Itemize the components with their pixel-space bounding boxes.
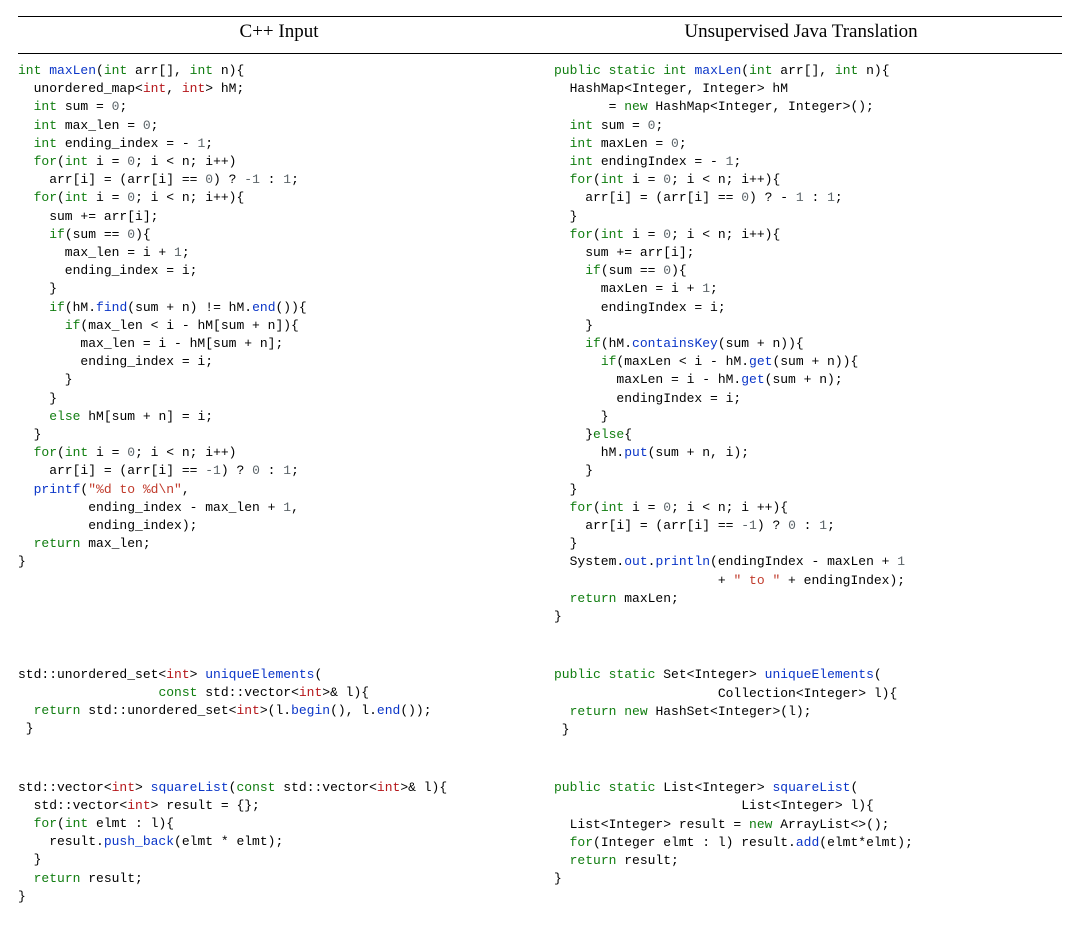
column-headers: C++ Input Unsupervised Java Translation — [18, 19, 1062, 49]
rule-top — [18, 16, 1062, 17]
java-column: public static int maxLen(int arr[], int … — [554, 56, 1062, 906]
header-right: Unsupervised Java Translation — [540, 19, 1062, 49]
cpp-snippet-3: std::vector<int> squareList(const std::v… — [18, 779, 526, 906]
header-left: C++ Input — [18, 19, 540, 49]
rule-bottom — [18, 53, 1062, 54]
java-snippet-1: public static int maxLen(int arr[], int … — [554, 62, 1062, 626]
cpp-snippet-1: int maxLen(int arr[], int n){ unordered_… — [18, 62, 526, 572]
cpp-column: int maxLen(int arr[], int n){ unordered_… — [18, 56, 526, 906]
java-snippet-2: public static Set<Integer> uniqueElement… — [554, 666, 1062, 739]
code-columns: int maxLen(int arr[], int n){ unordered_… — [18, 56, 1062, 906]
cpp-snippet-2: std::unordered_set<int> uniqueElements( … — [18, 666, 526, 739]
java-snippet-3: public static List<Integer> squareList( … — [554, 779, 1062, 888]
